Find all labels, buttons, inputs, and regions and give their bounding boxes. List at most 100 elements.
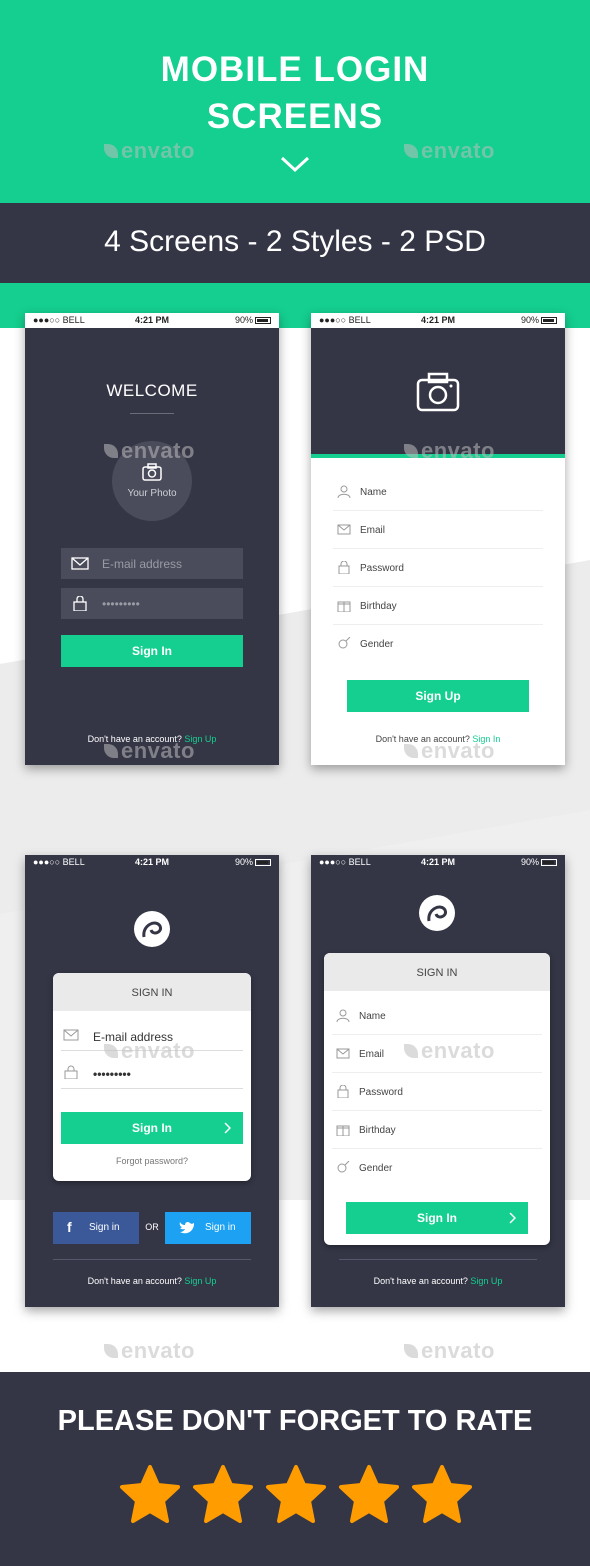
star-icon[interactable] [410,1463,474,1527]
name-label: Name [360,487,387,498]
watermark: envato [104,138,195,164]
name-field[interactable]: Name [332,997,542,1035]
facebook-icon: f [67,1219,72,1235]
status-bar: ●●●○○ BELL 4:21 PM 90% [311,855,565,870]
sign-up-link[interactable]: Sign Up [184,1276,216,1286]
gift-icon [337,601,351,612]
name-label: Name [359,1011,386,1022]
battery-status: 90% [521,315,557,325]
password-value: ••••••••• [102,597,140,611]
password-label: Password [359,1087,403,1098]
envelope-icon [71,557,89,570]
watermark: envato [104,738,195,764]
watermark: envato [404,738,495,764]
watermark: envato [104,438,195,464]
star-icon[interactable] [337,1463,401,1527]
watermark: envato [404,438,495,464]
sign-up-button[interactable]: Sign Up [347,680,529,712]
subtitle: 4 Screens - 2 Styles - 2 PSD [104,225,486,258]
forgot-password-link[interactable]: Forgot password? [53,1156,251,1166]
email-input[interactable]: E-mail address [61,548,243,579]
card-title: SIGN IN [53,973,251,1011]
star-icon[interactable] [264,1463,328,1527]
hero-title-line2: SCREENS [206,97,384,136]
lock-icon [338,561,350,574]
gender-field[interactable]: Gender [333,625,543,663]
lock-icon [73,596,87,611]
birthday-field[interactable]: Birthday [332,1111,542,1149]
photo-label: Your Photo [127,488,177,499]
user-icon [337,485,351,498]
or-separator: OR [145,1222,159,1232]
chevron-right-icon [509,1212,516,1224]
password-field[interactable]: Password [333,549,543,587]
chevron-right-icon [224,1122,231,1134]
gender-label: Gender [360,639,394,650]
star-icon[interactable] [191,1463,255,1527]
twitter-icon [179,1221,194,1234]
envelope-icon [336,1048,350,1059]
signup-prompt: Don't have an account? Sign Up [87,1276,217,1286]
birthday-label: Birthday [360,601,397,612]
email-placeholder: E-mail address [102,557,183,571]
chevron-down-icon [280,156,310,173]
sign-in-label: Sign In [417,1211,457,1225]
birthday-label: Birthday [359,1125,396,1136]
status-bar: ●●●○○ BELL 4:21 PM 90% [25,313,279,328]
battery-status: 90% [235,857,271,867]
camera-icon [142,463,162,481]
gift-icon [336,1125,350,1136]
rate-prompt: PLEASE DON'T FORGET TO RATE [57,1405,533,1437]
envelope-icon [63,1029,79,1041]
rating-stars[interactable] [118,1463,474,1527]
twitter-sign-in-button[interactable]: Sign in [165,1212,251,1244]
status-bar: ●●●○○ BELL 4:21 PM 90% [25,855,279,870]
welcome-title: WELCOME [106,381,198,400]
email-label: Email [359,1049,385,1060]
divider [130,413,174,414]
signin-card: SIGN IN E-mail address ••••••••• Sign In… [53,973,251,1181]
star-icon[interactable] [118,1463,182,1527]
battery-icon [541,317,557,325]
battery-icon [255,317,271,325]
gender-field[interactable]: Gender [332,1149,542,1187]
signin-card: SIGN IN Name Email Password Birthday Gen… [324,953,550,1245]
watermark: envato [104,1338,195,1364]
user-icon [336,1009,350,1022]
watermark: envato [404,1038,495,1064]
camera-icon[interactable] [416,372,460,412]
name-field[interactable]: Name [333,473,543,511]
signup-prompt: Don't have an account? Sign Up [373,1276,503,1286]
email-field[interactable]: Email [333,511,543,549]
gender-label: Gender [359,1163,393,1174]
logo-icon [419,895,455,931]
lock-icon [64,1065,78,1079]
logo-icon [134,911,170,947]
birthday-field[interactable]: Birthday [333,587,543,625]
watermark: envato [104,1038,195,1064]
watermark: envato [404,1338,495,1364]
facebook-sign-in-button[interactable]: f Sign in [53,1212,139,1244]
gender-icon [338,637,351,649]
card-title: SIGN IN [324,953,550,991]
battery-icon [255,859,271,867]
screen-welcome: ●●●○○ BELL 4:21 PM 90% WELCOME Your Phot… [25,313,279,765]
screen-signin-form: ●●●○○ BELL 4:21 PM 90% SIGN IN Name Emai… [311,855,565,1307]
status-bar: ●●●○○ BELL 4:21 PM 90% [311,313,565,328]
sign-in-button[interactable]: Sign In [61,635,243,667]
divider [53,1259,251,1260]
twitter-label: Sign in [205,1222,236,1233]
password-input[interactable]: ••••••••• [61,588,243,619]
lock-icon [337,1085,349,1098]
battery-status: 90% [235,315,271,325]
password-field[interactable]: Password [332,1073,542,1111]
sign-up-link[interactable]: Sign Up [470,1276,502,1286]
battery-icon [541,859,557,867]
email-label: Email [360,525,386,536]
hero-title: MOBILE LOGIN SCREENS [0,46,590,140]
hero-title-line1: MOBILE LOGIN [160,50,430,89]
password-label: Password [360,563,404,574]
sign-in-button[interactable]: Sign In [61,1112,243,1144]
envelope-icon [337,524,351,535]
sign-in-button[interactable]: Sign In [346,1202,528,1234]
